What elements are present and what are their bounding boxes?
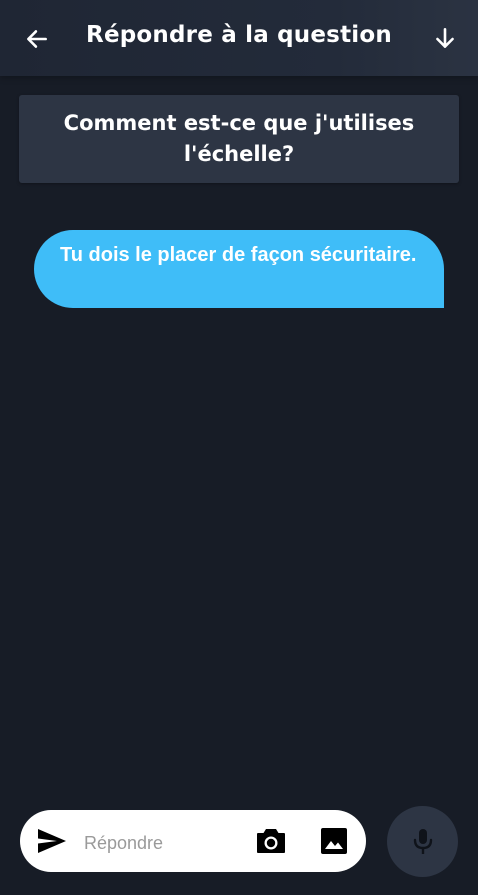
app-header: Répondre à la question: [0, 0, 478, 76]
message-bubble: Tu dois le placer de façon sécuritaire.: [34, 230, 444, 308]
question-card: Comment est-ce que j'utilises l'échelle?: [19, 95, 459, 183]
reply-input[interactable]: [82, 828, 246, 858]
scroll-down-button[interactable]: [430, 24, 460, 54]
microphone-button[interactable]: [387, 806, 458, 877]
back-button[interactable]: [22, 24, 52, 54]
message-text: Tu dois le placer de façon sécuritaire.: [60, 244, 417, 266]
arrow-left-icon: [27, 30, 47, 48]
arrow-down-icon: [436, 27, 454, 48]
image-icon[interactable]: [320, 827, 348, 855]
answer-screen: Répondre à la question Comment est-ce qu…: [0, 0, 478, 895]
camera-icon[interactable]: [256, 827, 286, 855]
microphone-icon: [413, 828, 432, 854]
reply-composer: [20, 810, 366, 872]
page-title: Répondre à la question: [86, 22, 392, 48]
send-icon[interactable]: [37, 828, 67, 854]
question-text: Comment est-ce que j'utilises l'échelle?: [63, 111, 415, 166]
